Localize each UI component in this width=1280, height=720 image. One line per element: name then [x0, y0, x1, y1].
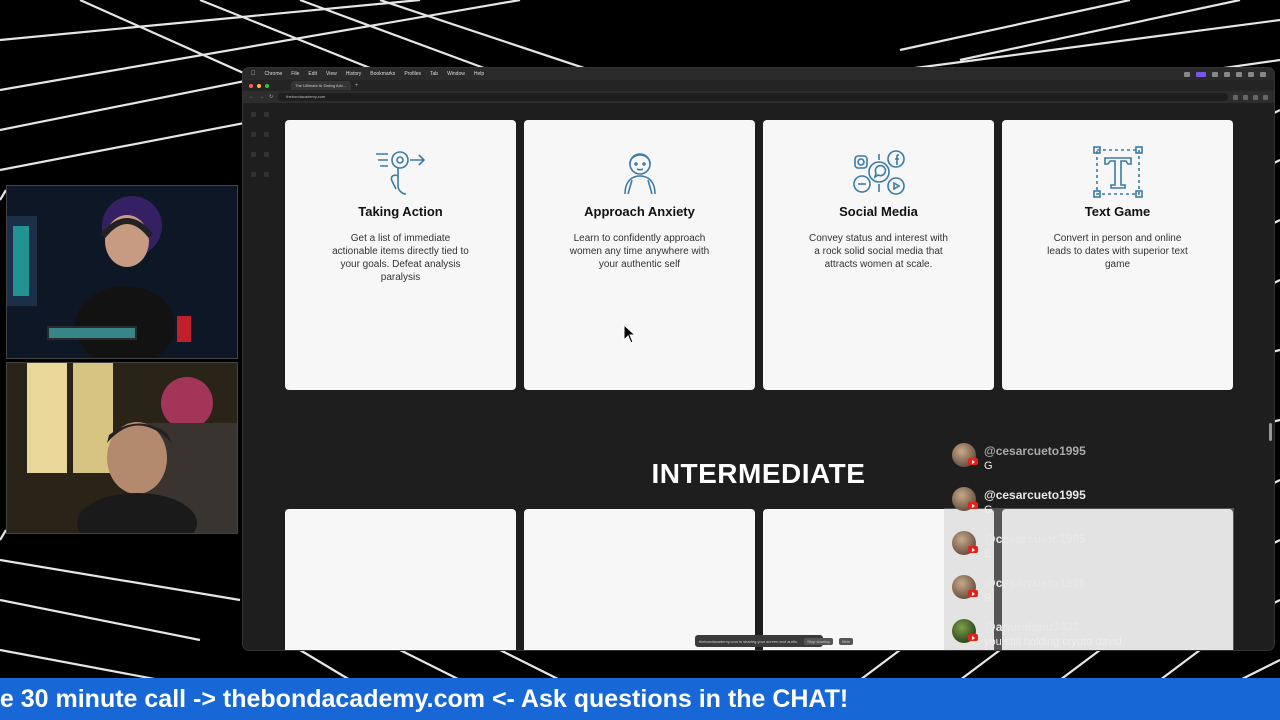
chat-username: @cesarcueto1995 [984, 532, 1086, 546]
status-icon[interactable] [1248, 71, 1254, 77]
menu-window[interactable]: Window [447, 71, 465, 77]
extension-icon[interactable] [1243, 94, 1248, 100]
status-icon[interactable] [1184, 71, 1190, 77]
chat-message: @cesarcueto1995 G [946, 482, 1246, 526]
text-game-icon [1093, 146, 1143, 198]
toast-text: thebondacademy.com is sharing your scree… [699, 638, 799, 644]
screen-share-toast: thebondacademy.com is sharing your scree… [695, 635, 853, 647]
chat-message: @cesarcueto1995 G [946, 438, 1246, 482]
scrollbar[interactable] [1269, 423, 1272, 441]
menu-edit[interactable]: Edit [308, 71, 317, 77]
card-title: Social Media [839, 204, 918, 219]
webcam-guest [6, 362, 238, 534]
menu-file[interactable]: File [291, 71, 299, 77]
apple-icon[interactable]:  [251, 71, 256, 77]
youtube-icon [968, 546, 978, 553]
card-taking-action[interactable]: Taking Action Get a list of immediate ac… [285, 120, 516, 390]
menu-bookmarks[interactable]: Bookmarks [370, 71, 395, 77]
hide-button[interactable]: Hide [838, 637, 853, 645]
mac-menubar:  Chrome File Edit View History Bookmark… [243, 68, 1274, 80]
menubar-status-icons [1184, 71, 1266, 77]
youtube-icon [968, 458, 978, 465]
browser-tab[interactable]: The Ultimate AI Dating Adv... [291, 81, 351, 90]
card-title: Approach Anxiety [584, 204, 695, 219]
profile-icon[interactable] [1263, 94, 1268, 100]
menu-tab[interactable]: Tab [430, 71, 438, 77]
status-icon[interactable] [1224, 71, 1230, 77]
status-icon[interactable] [1236, 71, 1242, 77]
menu-help[interactable]: Help [474, 71, 484, 77]
page-sidebar [247, 107, 277, 187]
live-chat: @cesarcueto1995 G @cesarcueto1995 G @ces… [946, 438, 1246, 658]
approach-anxiety-icon [624, 153, 656, 195]
social-media-icon [853, 150, 905, 195]
card-title: Taking Action [358, 204, 443, 219]
youtube-icon [968, 590, 978, 597]
card-social-media[interactable]: Social Media Convey status and interest … [763, 120, 994, 390]
chat-text: E [984, 548, 992, 560]
ticker-banner: ee 30 minute call -> thebondacademy.com … [0, 678, 1280, 720]
chat-text: R [984, 592, 992, 604]
tab-strip: The Ultimate AI Dating Adv... + [243, 80, 1274, 91]
status-icon[interactable] [1212, 71, 1218, 77]
card-description: Convert in person and online leads to da… [1047, 233, 1188, 270]
chat-username: @anundanu3432 [984, 620, 1080, 634]
youtube-icon [968, 634, 978, 641]
menu-history[interactable]: History [346, 71, 362, 77]
back-icon[interactable]: ← [249, 94, 254, 100]
card-description: Get a list of immediate actionable items… [332, 233, 469, 283]
maximize-window-button[interactable] [265, 83, 269, 88]
webcam-host [6, 185, 238, 359]
minimize-window-button[interactable] [257, 83, 261, 88]
menu-chrome[interactable]: Chrome [265, 71, 283, 77]
card-intermediate[interactable] [524, 509, 755, 650]
chat-username: @cesarcueto1995 [984, 488, 1086, 502]
url-field[interactable]: thebondacademy.com [278, 93, 1228, 101]
status-icon[interactable] [1260, 71, 1266, 77]
chat-text: G [984, 460, 993, 472]
taking-action-icon [376, 151, 426, 195]
reload-icon[interactable]: ↻ [269, 94, 273, 100]
chat-username: @cesarcueto1995 [984, 576, 1086, 590]
chat-text: G [984, 504, 993, 516]
extension-icon[interactable] [1253, 94, 1258, 100]
close-window-button[interactable] [249, 83, 253, 88]
card-title: Text Game [1084, 204, 1151, 219]
chat-message: @cesarcueto1995 R [946, 570, 1246, 614]
chat-username: @cesarcueto1995 [984, 444, 1086, 458]
youtube-icon [968, 502, 978, 509]
card-text-game[interactable]: Text Game Convert in person and online l… [1002, 120, 1233, 390]
menu-profiles[interactable]: Profiles [404, 71, 421, 77]
menu-view[interactable]: View [326, 71, 337, 77]
card-description: Learn to confidently approach women any … [569, 233, 710, 270]
address-bar-row: ← → ↻ thebondacademy.com [243, 91, 1274, 103]
status-icon[interactable] [1196, 71, 1206, 77]
chat-text: you still holding crypto david [984, 636, 1122, 648]
chat-message: @cesarcueto1995 E [946, 526, 1246, 570]
extension-icon[interactable] [1233, 94, 1238, 100]
chat-message: @anundanu3432 you still holding crypto d… [946, 614, 1246, 658]
card-intermediate[interactable] [285, 509, 516, 650]
new-tab-icon[interactable]: + [355, 83, 359, 89]
mouse-cursor-icon [623, 324, 637, 344]
card-description: Convey status and interest with a rock s… [809, 233, 948, 270]
forward-icon[interactable]: → [259, 94, 264, 100]
ticker-text: ee 30 minute call -> thebondacademy.com … [0, 685, 849, 713]
card-approach-anxiety[interactable]: Approach Anxiety Learn to confidently ap… [524, 120, 755, 390]
stop-sharing-button[interactable]: Stop sharing [804, 637, 833, 645]
